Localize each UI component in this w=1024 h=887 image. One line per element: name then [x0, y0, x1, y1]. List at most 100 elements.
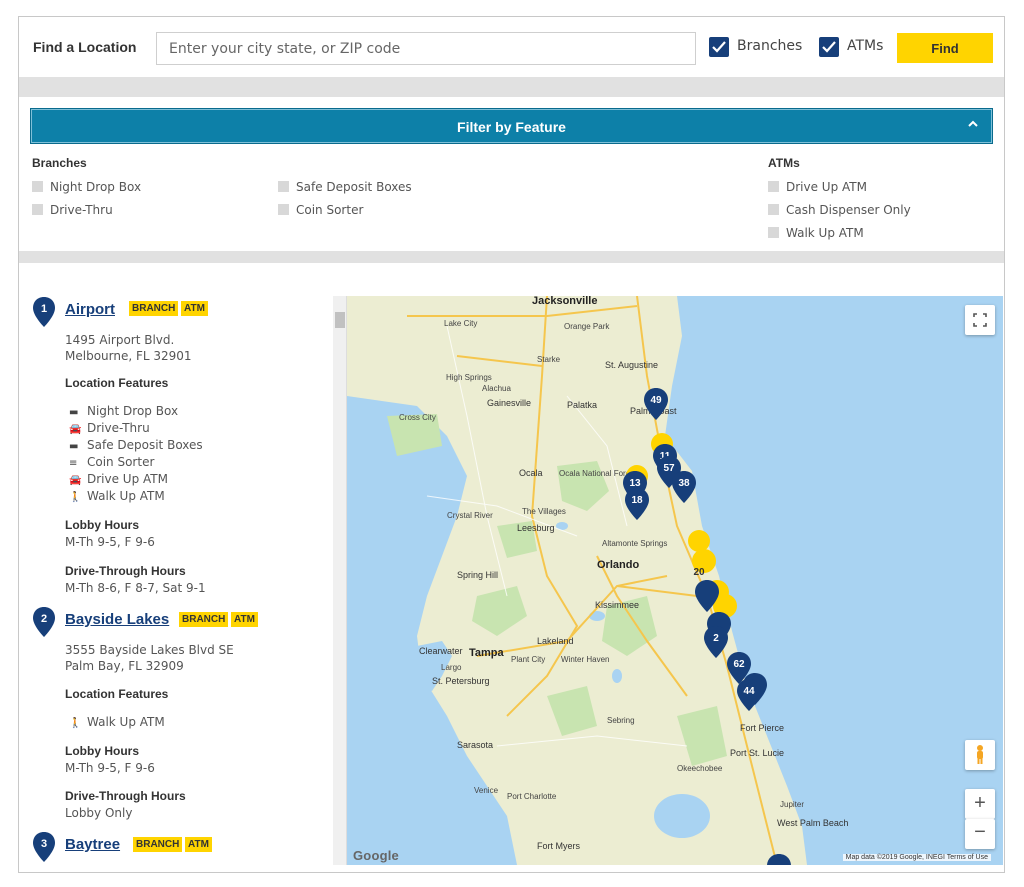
find-button[interactable]: Find [897, 33, 993, 63]
zoom-in-button[interactable]: + [965, 789, 995, 819]
city-label: Port St. Lucie [730, 748, 784, 758]
city-label: Venice [474, 786, 499, 795]
checkmark-icon [822, 41, 836, 53]
filter-label: Coin Sorter [296, 203, 364, 217]
atms-checkbox-label[interactable]: ATMs [847, 38, 883, 54]
filter-walk-up-atm[interactable]: Walk Up ATM [768, 226, 864, 240]
feature-item: 🚶 Walk Up ATM [69, 489, 165, 503]
coins-icon: ≡ [69, 458, 78, 469]
city-label: St. Petersburg [432, 676, 490, 686]
city-label: Fort Myers [537, 841, 581, 851]
filter-checkbox[interactable] [278, 204, 289, 215]
filter-label: Cash Dispenser Only [786, 203, 911, 217]
city-label: Lakeland [537, 636, 574, 646]
filter-checkbox[interactable] [278, 181, 289, 192]
zoom-out-button[interactable]: − [965, 819, 995, 849]
map-pin-icon: 1 [33, 297, 55, 327]
address-line-2: Melbourne, FL 32901 [65, 349, 192, 363]
city-label: Starke [537, 355, 561, 364]
filter-cash-dispenser-only[interactable]: Cash Dispenser Only [768, 203, 911, 217]
filter-checkbox[interactable] [768, 204, 779, 215]
filter-label: Night Drop Box [50, 180, 142, 194]
address-line-1: 3555 Bayside Lakes Blvd SE [65, 643, 234, 657]
city-label: Sebring [607, 716, 635, 725]
feature-item: 🚶 Walk Up ATM [69, 715, 165, 729]
city-label: Clearwater [419, 646, 463, 656]
feature-item: 🚘 Drive-Thru [69, 421, 150, 435]
address-line-1: 1495 Airport Blvd. [65, 333, 175, 347]
drive-through-hours-heading: Drive-Through Hours [65, 789, 186, 803]
svg-text:2: 2 [41, 613, 47, 625]
location-search-input[interactable] [156, 32, 696, 65]
atms-checkbox[interactable] [819, 37, 839, 57]
location-name-link[interactable]: Bayside Lakes [65, 611, 169, 628]
filter-drive-thru[interactable]: Drive-Thru [32, 203, 113, 217]
atm-badge: ATM [181, 301, 208, 316]
store-locator: Find a Location Branches ATMs Find Filte… [18, 16, 1005, 873]
scrollbar-thumb[interactable] [335, 312, 345, 328]
map-pin-icon: 3 [33, 832, 55, 862]
svg-text:38: 38 [678, 478, 690, 489]
city-label: Leesburg [517, 523, 555, 533]
scrollbar[interactable] [333, 296, 347, 865]
city-label: Crystal River [447, 511, 493, 520]
divider-band [19, 251, 1004, 263]
features-heading: Location Features [65, 687, 169, 701]
city-label: Sarasota [457, 740, 493, 750]
fullscreen-button[interactable] [965, 305, 995, 335]
filter-label: Safe Deposit Boxes [296, 180, 412, 194]
filter-atms-heading: ATMs [768, 156, 800, 170]
filter-night-drop-box[interactable]: Night Drop Box [32, 180, 141, 194]
location-name-link[interactable]: Airport [65, 301, 115, 318]
filter-checkbox[interactable] [32, 204, 43, 215]
city-label: Alachua [482, 384, 511, 393]
map-attribution[interactable]: Map data ©2019 Google, INEGI Terms of Us… [842, 854, 991, 861]
city-label: Cross City [399, 413, 436, 422]
checkmark-icon [712, 41, 726, 53]
city-label: St. Augustine [605, 360, 658, 370]
filter-checkbox[interactable] [768, 181, 779, 192]
svg-text:2: 2 [713, 633, 719, 644]
city-label: Jupiter [780, 800, 804, 809]
filter-label: Drive-Thru [50, 203, 113, 217]
filter-checkbox[interactable] [32, 181, 43, 192]
city-label: Jacksonville [532, 296, 597, 307]
car-icon: 🚘 [69, 424, 82, 435]
walking-person-icon: 🚶 [69, 718, 82, 729]
filter-checkbox[interactable] [768, 227, 779, 238]
filter-by-feature-toggle[interactable]: Filter by Feature [30, 108, 993, 144]
city-label: Port Charlotte [507, 792, 557, 801]
filter-branches-heading: Branches [32, 156, 87, 170]
filter-safe-deposit-boxes[interactable]: Safe Deposit Boxes [278, 180, 412, 194]
lobby-hours: M-Th 9-5, F 9-6 [65, 761, 155, 775]
atm-badge: ATM [231, 612, 258, 627]
features-heading: Location Features [65, 376, 169, 390]
city-label: High Springs [446, 373, 492, 382]
city-label: Plant City [511, 655, 545, 664]
feature-item: 🚘 Drive Up ATM [69, 472, 168, 486]
map-view[interactable]: Jacksonville Orlando Tampa Lakeland Kiss… [333, 296, 1003, 865]
svg-text:18: 18 [631, 495, 643, 506]
filter-coin-sorter[interactable]: Coin Sorter [278, 203, 363, 217]
branches-checkbox[interactable] [709, 37, 729, 57]
map-canvas[interactable]: Jacksonville Orlando Tampa Lakeland Kiss… [347, 296, 1003, 865]
svg-text:44: 44 [743, 686, 755, 697]
city-label: Kissimmee [595, 600, 639, 610]
address-line-2: Palm Bay, FL 32909 [65, 659, 184, 673]
google-logo: Google [353, 848, 399, 863]
svg-text:62: 62 [733, 659, 745, 670]
city-label: Winter Haven [561, 655, 609, 664]
pegman-icon [977, 745, 983, 764]
fullscreen-icon [973, 313, 987, 327]
city-label: Orange Park [564, 322, 610, 331]
branch-badge: BRANCH [133, 837, 183, 852]
search-label: Find a Location [33, 39, 137, 55]
location-name-link[interactable]: Baytree [65, 836, 120, 853]
filter-drive-up-atm[interactable]: Drive Up ATM [768, 180, 867, 194]
feature-item: ▬ Night Drop Box [69, 404, 179, 418]
street-view-button[interactable] [965, 740, 995, 770]
car-icon: 🚘 [69, 475, 82, 486]
branch-badge: BRANCH [129, 301, 179, 316]
branches-checkbox-label[interactable]: Branches [737, 38, 802, 54]
city-label: Okeechobee [677, 764, 723, 773]
